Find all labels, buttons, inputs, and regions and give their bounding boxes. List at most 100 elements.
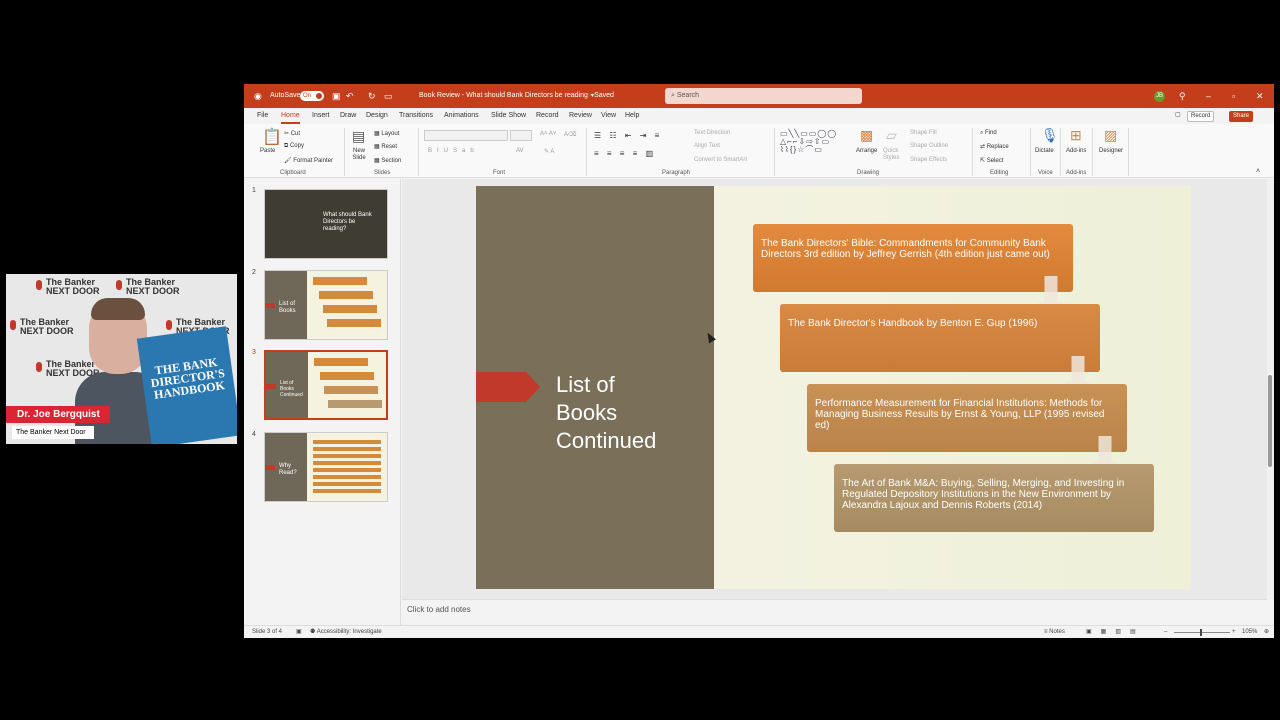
avatar[interactable]: JB: [1154, 91, 1165, 102]
quick-styles-icon[interactable]: ▱: [886, 128, 897, 142]
addins-button[interactable]: Add-ins: [1066, 148, 1086, 154]
fit-to-window-icon[interactable]: ⊕: [1264, 626, 1269, 638]
align-text-button[interactable]: Align Text: [694, 143, 720, 149]
presenter-name: Dr. Joe Bergquist: [6, 406, 110, 423]
zoom-level[interactable]: 105%: [1242, 626, 1257, 638]
reset-label: Reset: [381, 144, 398, 150]
quick-styles-button[interactable]: Quick Styles: [883, 148, 903, 162]
book-box-2[interactable]: The Bank Director's Handbook by Benton E…: [780, 304, 1100, 372]
search-placeholder: Search: [676, 92, 700, 99]
thumbnail-line: [313, 489, 381, 493]
autosave-toggle[interactable]: On: [300, 91, 324, 101]
scrollbar-thumb[interactable]: [1268, 375, 1272, 467]
slide-thumbnail-4[interactable]: Why Read?: [264, 432, 388, 502]
undo-icon[interactable]: ↶: [346, 84, 354, 108]
addins-icon[interactable]: ⊞: [1070, 128, 1082, 142]
view-buttons[interactable]: ▣▦▥▤: [1086, 626, 1145, 638]
format-painter-button[interactable]: 🖌 Format Painter: [284, 157, 333, 164]
slide-title[interactable]: List of Books Continued: [556, 371, 656, 455]
slide-thumbnail-2[interactable]: List of Books: [264, 270, 388, 340]
book-box-4[interactable]: The Art of Bank M&A: Buying, Selling, Me…: [834, 464, 1154, 532]
font-group-label: Font: [493, 170, 506, 176]
thumbnail-number: 3: [252, 349, 256, 356]
tab-view[interactable]: View: [601, 108, 616, 124]
copy-button[interactable]: ⧉ Copy: [284, 143, 304, 150]
notes-pane[interactable]: Click to add notes: [402, 599, 1267, 625]
text-direction-button[interactable]: Text Direction: [694, 130, 730, 136]
document-title[interactable]: Book Review - What should Bank Directors…: [419, 84, 614, 108]
new-slide-button[interactable]: New Slide: [348, 148, 370, 162]
book-box-1[interactable]: The Bank Directors' Bible: Commandments …: [753, 224, 1073, 292]
minimize-icon[interactable]: –: [1206, 84, 1211, 108]
search-box[interactable]: ⌕ Search: [665, 88, 862, 104]
autosave-label: AutoSave: [270, 92, 301, 99]
section-button[interactable]: ▦ Section: [374, 157, 401, 164]
shape-effects-button[interactable]: Shape Effects: [910, 157, 947, 163]
new-slide-icon[interactable]: ▤: [352, 129, 365, 143]
tab-insert[interactable]: Insert: [312, 108, 330, 124]
tab-home[interactable]: Home: [281, 108, 300, 124]
clear-formatting-icon[interactable]: A⌫: [564, 131, 577, 138]
collapse-ribbon-icon[interactable]: ˄: [1256, 168, 1260, 175]
record-button[interactable]: Record: [1187, 111, 1215, 122]
zoom-slider[interactable]: [1174, 632, 1230, 633]
maximize-icon[interactable]: ▫: [1232, 84, 1235, 108]
dictate-button[interactable]: Dictate: [1035, 148, 1054, 154]
designer-icon[interactable]: ▨: [1104, 128, 1117, 142]
close-icon[interactable]: ✕: [1256, 84, 1264, 108]
designer-button[interactable]: Designer: [1099, 148, 1123, 154]
microphone-icon[interactable]: 🎙: [1041, 128, 1059, 142]
paste-icon[interactable]: 📋: [262, 130, 282, 146]
convert-smartart-button[interactable]: Convert to SmartArt: [694, 157, 747, 163]
present-icon[interactable]: ▭: [384, 84, 393, 108]
tab-file[interactable]: File: [257, 108, 268, 124]
grow-font-icon[interactable]: A˄ A˅: [540, 131, 556, 137]
layout-button[interactable]: ▦ Layout: [374, 130, 399, 137]
share-button[interactable]: Share: [1229, 111, 1254, 122]
arrange-button[interactable]: Arrange: [856, 148, 877, 154]
tab-transitions[interactable]: Transitions: [399, 108, 433, 124]
zoom-in-icon[interactable]: +: [1232, 626, 1236, 638]
tab-record[interactable]: Record: [536, 108, 559, 124]
find-button[interactable]: ⌕ Find: [980, 130, 997, 137]
arrange-icon[interactable]: ▩: [860, 128, 873, 142]
accessibility-button[interactable]: ⚉ Accessibility: Investigate: [310, 626, 382, 638]
vertical-scrollbar[interactable]: [1267, 179, 1274, 599]
tab-draw[interactable]: Draw: [340, 108, 356, 124]
cut-button[interactable]: ✂ Cut: [284, 130, 300, 137]
tab-slide-show[interactable]: Slide Show: [491, 108, 526, 124]
powerpoint-window: ◉ AutoSave On ▣ ↶ ↻ ▭ Book Review - What…: [244, 84, 1274, 638]
shape-outline-button[interactable]: Shape Outline: [910, 143, 948, 149]
shape-fill-button[interactable]: Shape Fill: [910, 130, 937, 136]
thumbnail-number: 4: [252, 431, 256, 438]
thumbnail-box: [314, 358, 368, 366]
shapes-gallery[interactable]: ▭╲╲▭▭◯◯ △⌐⌐⇩⇨⇧▭ ⌇⌇{}☆⌒▭: [780, 130, 837, 154]
zoom-slider-handle[interactable]: [1200, 629, 1202, 636]
zoom-out-icon[interactable]: –: [1164, 626, 1167, 638]
reset-button[interactable]: ▦ Reset: [374, 143, 397, 150]
tab-animations[interactable]: Animations: [444, 108, 479, 124]
list-icons[interactable]: ☰ ☷ ⇤ ⇥ ≡: [594, 131, 662, 140]
slide-thumbnail-1[interactable]: What should Bank Directors be reading?: [264, 189, 388, 259]
comments-icon[interactable]: ▢: [1172, 111, 1184, 122]
font-family-select[interactable]: [424, 130, 508, 141]
align-icons[interactable]: ≡ ≡ ≡ ≡ ▥: [594, 149, 656, 158]
notes-button[interactable]: ≡ Notes: [1044, 626, 1065, 638]
redo-icon[interactable]: ↻: [368, 84, 376, 108]
font-size-select[interactable]: [510, 130, 532, 141]
paste-button[interactable]: Paste: [260, 148, 275, 154]
tab-help[interactable]: Help: [625, 108, 639, 124]
highlight-icon[interactable]: ✎ A: [544, 148, 554, 155]
book-box-3[interactable]: Performance Measurement for Financial In…: [807, 384, 1127, 452]
replace-button[interactable]: ⇄ Replace: [980, 143, 1009, 150]
spacing-icon[interactable]: AV: [516, 148, 524, 154]
font-format-icons[interactable]: BIUSab: [428, 148, 479, 154]
notes-check-icon[interactable]: ▣: [296, 626, 302, 638]
lightbulb-icon[interactable]: ⚲: [1179, 84, 1186, 108]
tab-review[interactable]: Review: [569, 108, 592, 124]
tab-design[interactable]: Design: [366, 108, 388, 124]
current-slide[interactable]: List of Books Continued The Bank Directo…: [476, 186, 1191, 589]
select-button[interactable]: ⇱ Select: [980, 157, 1003, 164]
save-icon[interactable]: ▣: [332, 84, 341, 108]
slide-thumbnail-3[interactable]: List of Books Continued: [264, 350, 388, 420]
